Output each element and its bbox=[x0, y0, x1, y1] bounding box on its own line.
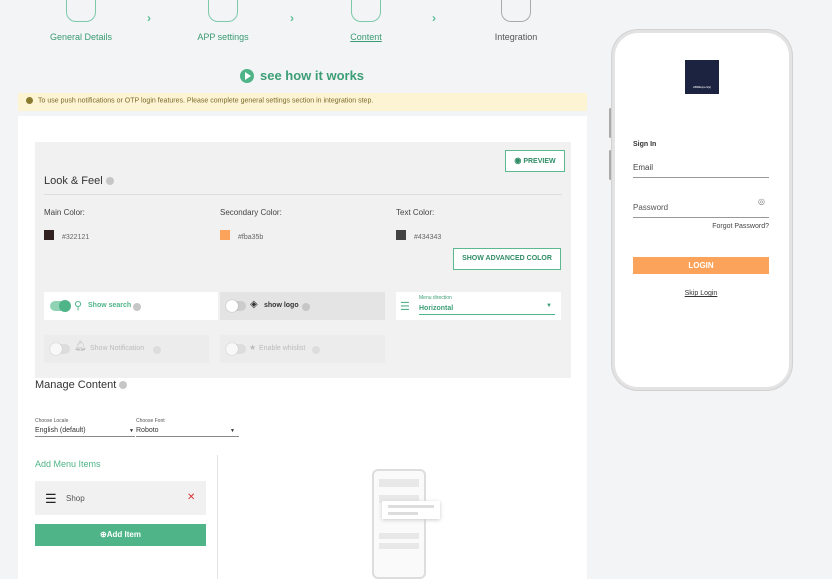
info-icon bbox=[133, 303, 141, 311]
play-icon bbox=[240, 68, 254, 83]
swatch bbox=[396, 229, 406, 240]
main-color-label: Main Color: bbox=[44, 208, 85, 217]
main-color-value: #322121 bbox=[62, 234, 90, 241]
font-label: Choose Font bbox=[136, 418, 165, 424]
step-label: Content bbox=[350, 32, 382, 42]
add-item-button[interactable]: ⊕Add Item bbox=[35, 524, 206, 546]
skip-login-link[interactable]: Skip Login bbox=[633, 290, 769, 297]
info-icon bbox=[302, 303, 310, 311]
show-advanced-color-button[interactable]: SHOW ADVANCED COLOR bbox=[453, 248, 561, 270]
app-logo: ABRExpert(s) bbox=[685, 60, 719, 94]
step-label: Integration bbox=[494, 32, 538, 42]
eye-icon: ◉ bbox=[514, 156, 522, 165]
empty-state-phone-illustration bbox=[372, 469, 426, 579]
text-color-picker[interactable]: #434343 bbox=[396, 226, 441, 244]
manage-content-title: Manage Content bbox=[35, 379, 128, 391]
step-app-settings[interactable]: APP settings bbox=[190, 0, 256, 42]
chevron-right-icon: › bbox=[147, 11, 151, 25]
show-notification-label: Show Notification bbox=[90, 345, 145, 352]
menu-icon: ☰ bbox=[400, 301, 410, 313]
show-notification-tile: 🔔︎ Show Notification bbox=[44, 335, 209, 363]
star-icon: ★ bbox=[249, 343, 257, 352]
swatch bbox=[220, 229, 230, 240]
show-logo-label: show logo bbox=[264, 302, 299, 309]
info-icon bbox=[26, 97, 33, 104]
content-icon bbox=[351, 0, 381, 22]
font-select[interactable]: Choose Font Roboto ▼ bbox=[136, 418, 239, 437]
phone-preview: ABRExpert(s) Sign In Email Password ◎ For… bbox=[612, 30, 792, 390]
locale-label: Choose Locale bbox=[35, 418, 69, 424]
close-icon[interactable]: ✕ bbox=[187, 492, 195, 503]
sign-in-title: Sign In bbox=[633, 141, 657, 148]
preview-button[interactable]: ◉ PREVIEW bbox=[505, 150, 565, 172]
add-item-label: Add Item bbox=[106, 530, 141, 539]
secondary-color-label: Secondary Color: bbox=[220, 208, 282, 217]
login-button[interactable]: LOGIN bbox=[633, 257, 769, 274]
font-value: Roboto bbox=[136, 427, 159, 434]
chevron-down-icon: ▼ bbox=[230, 428, 235, 434]
menu-direction-value: Horizontal bbox=[419, 305, 454, 312]
how-it-works-label: see how it works bbox=[260, 68, 365, 83]
email-field[interactable]: Email bbox=[633, 157, 769, 178]
globe-icon bbox=[66, 0, 96, 22]
menu-item-label: Shop bbox=[66, 494, 85, 503]
step-label: APP settings bbox=[197, 32, 249, 42]
main-color-picker[interactable]: #322121 bbox=[44, 226, 89, 244]
info-icon bbox=[153, 346, 161, 354]
integration-icon bbox=[501, 0, 531, 22]
show-search-tile: ⚲ Show search bbox=[44, 292, 218, 320]
show-logo-toggle[interactable] bbox=[226, 300, 246, 312]
search-icon: ⚲ bbox=[74, 300, 83, 312]
enable-wishlist-toggle[interactable] bbox=[226, 343, 246, 355]
how-it-works-link[interactable]: see how it works bbox=[240, 68, 364, 83]
drag-handle-icon[interactable]: ☰ bbox=[45, 491, 57, 507]
eye-off-icon[interactable]: ◎ bbox=[758, 197, 765, 206]
secondary-color-value: #fba35b bbox=[238, 234, 264, 241]
chevron-right-icon: › bbox=[290, 11, 294, 25]
show-search-label: Show search bbox=[88, 302, 132, 309]
settings-list-icon bbox=[208, 0, 238, 22]
bell-icon: 🔔︎ bbox=[74, 341, 87, 352]
chevron-down-icon: ▼ bbox=[546, 303, 552, 309]
divider bbox=[44, 194, 562, 195]
layers-icon: ◈ bbox=[250, 299, 258, 310]
plus-circle-icon: ⊕ bbox=[100, 530, 107, 539]
menu-item-shop[interactable]: ☰ Shop ✕ bbox=[35, 481, 206, 515]
empty-state-card bbox=[382, 501, 440, 519]
text-color-label: Text Color: bbox=[396, 208, 435, 217]
chevron-down-icon: ▼ bbox=[129, 428, 134, 434]
show-notification-toggle[interactable] bbox=[50, 343, 70, 355]
step-label: General Details bbox=[49, 32, 113, 42]
underline bbox=[419, 314, 555, 315]
step-integration[interactable]: Integration bbox=[488, 0, 544, 42]
step-general-details[interactable]: General Details bbox=[48, 0, 114, 42]
password-field[interactable]: Password ◎ bbox=[633, 197, 769, 218]
show-search-toggle[interactable] bbox=[50, 300, 71, 312]
preview-label: PREVIEW bbox=[523, 158, 556, 165]
forgot-password-link[interactable]: Forgot Password? bbox=[633, 223, 769, 230]
notice-banner: To use push notifications or OTP login f… bbox=[18, 93, 587, 111]
menu-direction-label: Menu direction bbox=[419, 295, 452, 301]
text-color-value: #434343 bbox=[414, 234, 442, 241]
chevron-right-icon: › bbox=[432, 11, 436, 25]
enable-wishlist-label: Enable whislist bbox=[259, 345, 306, 352]
info-icon bbox=[119, 381, 128, 390]
look-feel-title: Look & Feel bbox=[44, 175, 114, 187]
locale-select[interactable]: Choose Locale English (default) ▼ bbox=[35, 418, 135, 437]
step-content[interactable]: Content bbox=[338, 0, 394, 42]
menu-direction-tile[interactable]: ☰ Menu direction Horizontal ▼ bbox=[396, 292, 561, 320]
enable-wishlist-tile: ★ Enable whislist bbox=[220, 335, 385, 363]
locale-value: English (default) bbox=[35, 427, 86, 434]
notice-text: To use push notifications or OTP login f… bbox=[38, 97, 374, 105]
info-icon bbox=[312, 346, 320, 354]
secondary-color-picker[interactable]: #fba35b bbox=[220, 226, 263, 244]
app-root: General Details › APP settings › Content… bbox=[0, 0, 832, 579]
add-menu-items-label: Add Menu Items bbox=[35, 459, 101, 469]
show-logo-tile: ◈ show logo bbox=[220, 292, 385, 320]
divider bbox=[217, 455, 218, 579]
info-icon bbox=[105, 177, 114, 186]
swatch bbox=[44, 229, 54, 240]
